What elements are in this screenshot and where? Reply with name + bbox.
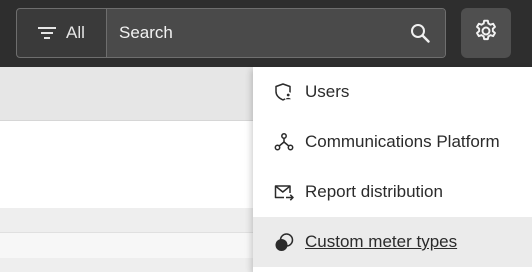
shield-user-icon [273, 81, 295, 103]
menu-item-report-distribution[interactable]: Report distribution [253, 167, 532, 217]
top-bar: All [0, 0, 532, 67]
menu-item-label: Users [305, 82, 350, 101]
menu-item-custom-meter-types[interactable]: Custom meter types [253, 217, 532, 267]
search-group: All [16, 8, 446, 58]
menu-item-label: Communications Platform [305, 132, 500, 151]
gear-icon [473, 18, 499, 49]
network-nodes-icon [273, 131, 295, 153]
mail-forward-icon [273, 181, 295, 203]
settings-button[interactable] [461, 8, 511, 58]
menu-item-communications-platform[interactable]: Communications Platform [253, 117, 532, 167]
filter-scope-label: All [66, 23, 85, 42]
search-icon[interactable] [409, 22, 431, 44]
search-input[interactable] [119, 23, 409, 43]
menu-item-label: Custom meter types [305, 232, 458, 251]
settings-dropdown-menu: Users Communications Platform Report dis… [253, 67, 532, 272]
filter-scope-button[interactable]: All [17, 9, 107, 57]
search-field[interactable] [107, 9, 445, 57]
menu-item-label: Report distribution [305, 182, 443, 201]
filter-icon [38, 26, 57, 40]
page: All Search Users Communications Platform… [0, 0, 532, 272]
meter-circles-icon [273, 231, 295, 253]
menu-item-users[interactable]: Users [253, 67, 532, 117]
